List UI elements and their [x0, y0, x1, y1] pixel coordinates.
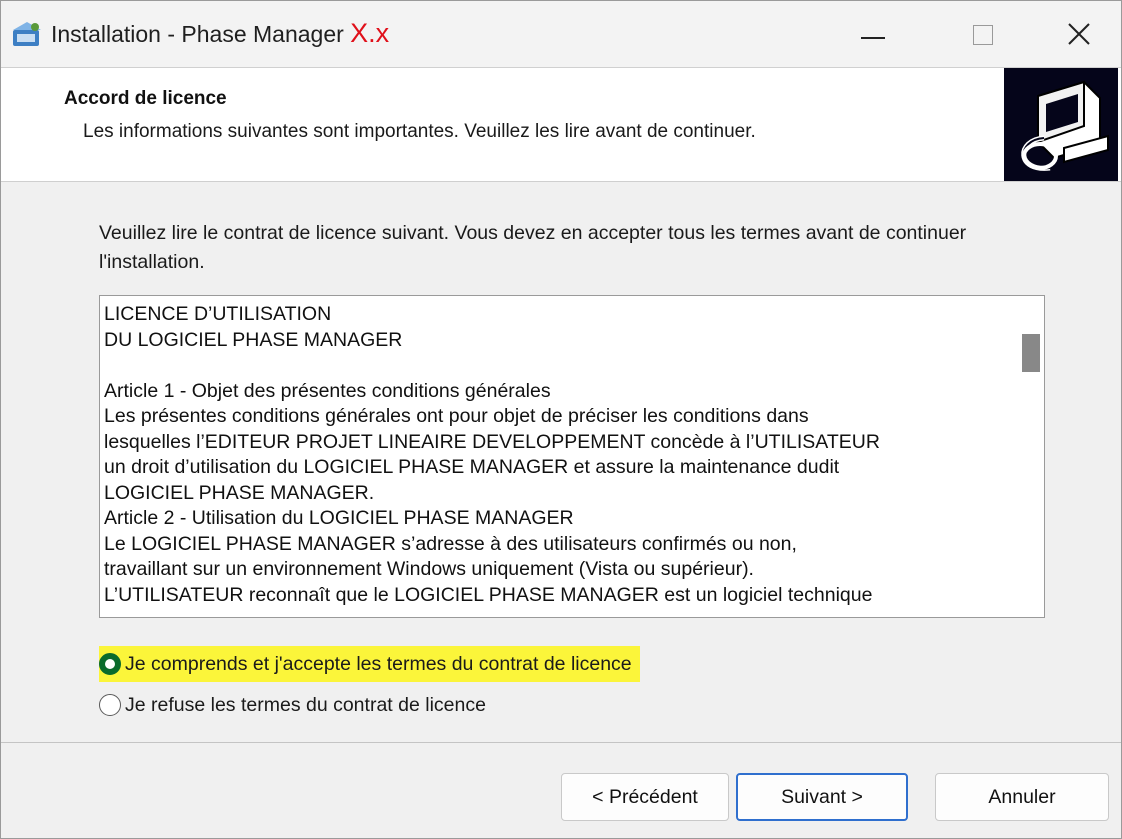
installer-icon	[13, 22, 41, 46]
refuse-license-option[interactable]: Je refuse les termes du contrat de licen…	[99, 687, 486, 723]
accept-radio-label[interactable]: Je comprends et j'accepte les termes du …	[125, 653, 632, 676]
footer-divider	[1, 742, 1121, 743]
computer-install-icon	[1021, 80, 1109, 171]
close-icon	[1068, 23, 1090, 45]
license-text: LICENCE D’UTILISATION DU LOGICIEL PHASE …	[104, 303, 880, 606]
license-textbox[interactable]: LICENCE D’UTILISATION DU LOGICIEL PHASE …	[99, 295, 1045, 618]
wizard-header: Accord de licence Les informations suiva…	[1, 68, 1121, 182]
refuse-radio-label[interactable]: Je refuse les termes du contrat de licen…	[125, 694, 486, 717]
next-button[interactable]: Suivant >	[736, 773, 908, 821]
page-subtitle: Les informations suivantes sont importan…	[83, 121, 756, 142]
instruction-text: Veuillez lire le contrat de licence suiv…	[99, 222, 967, 273]
window-title: Installation - Phase Manager X.x	[51, 18, 389, 49]
cancel-button[interactable]: Annuler	[935, 773, 1109, 821]
page-title: Accord de licence	[64, 88, 227, 109]
installer-window: Installation - Phase Manager X.x Accord …	[0, 0, 1122, 839]
license-scrollbar[interactable]	[1012, 296, 1044, 617]
maximize-button[interactable]	[941, 1, 1025, 67]
accept-radio-button[interactable]	[99, 653, 121, 675]
wizard-header-image	[1004, 68, 1118, 181]
close-button[interactable]	[1037, 1, 1121, 67]
window-title-text: Installation - Phase Manager	[51, 21, 344, 47]
accept-license-option[interactable]: Je comprends et j'accepte les termes du …	[99, 646, 640, 682]
window-title-version: X.x	[350, 18, 390, 48]
scrollbar-thumb[interactable]	[1022, 334, 1040, 372]
minimize-button[interactable]	[831, 1, 915, 67]
previous-button[interactable]: < Précédent	[561, 773, 729, 821]
refuse-radio-button[interactable]	[99, 694, 121, 716]
title-bar[interactable]: Installation - Phase Manager X.x	[1, 1, 1121, 68]
